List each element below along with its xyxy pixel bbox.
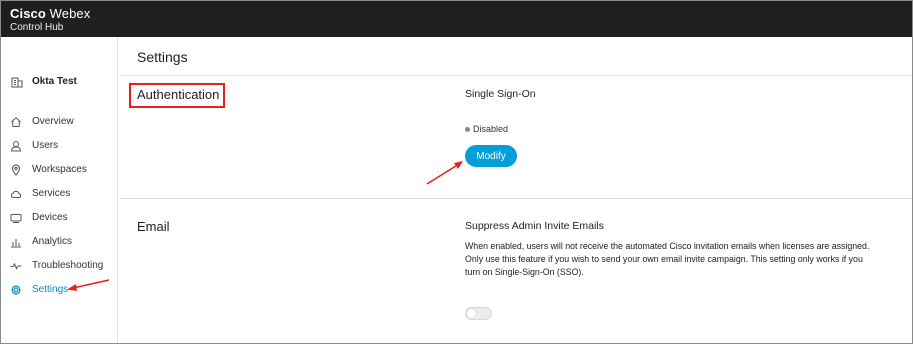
sidebar-item-label: Workspaces xyxy=(32,163,87,175)
sso-field-title: Single Sign-On xyxy=(465,88,536,100)
sidebar-item-label: Analytics xyxy=(32,235,73,247)
device-icon xyxy=(10,211,22,223)
annotation-arrow-settings xyxy=(67,279,110,291)
sidebar-item-users[interactable]: Users xyxy=(10,137,58,153)
suppress-invite-description: When enabled, users will not receive the… xyxy=(465,241,870,277)
app-window: Cisco Webex Control Hub Okta Test Overvi… xyxy=(0,0,913,344)
org-name: Okta Test xyxy=(32,75,77,87)
brand-name-light: Webex xyxy=(49,6,91,21)
building-icon xyxy=(11,75,23,88)
gear-icon xyxy=(10,283,22,295)
sidebar-item-label: Overview xyxy=(32,115,74,127)
org-switcher[interactable]: Okta Test xyxy=(11,75,77,88)
top-bar: Cisco Webex Control Hub xyxy=(1,1,912,37)
sidebar-item-services[interactable]: Services xyxy=(10,185,70,201)
sidebar-item-overview[interactable]: Overview xyxy=(10,113,74,129)
sidebar: Okta Test Overview Users Workspaces Serv xyxy=(1,37,118,343)
brand-logo: Cisco Webex Control Hub xyxy=(10,7,90,33)
location-pin-icon xyxy=(10,163,22,176)
sidebar-item-troubleshooting[interactable]: Troubleshooting xyxy=(10,257,103,273)
sidebar-item-settings[interactable]: Settings xyxy=(10,281,68,297)
page-title: Settings xyxy=(137,49,188,65)
sidebar-item-label: Users xyxy=(32,139,59,151)
annotation-arrow-modify xyxy=(426,161,463,185)
modify-button[interactable]: Modify xyxy=(465,145,517,167)
home-icon xyxy=(10,115,22,127)
main-content: Settings Authentication Single Sign-On D… xyxy=(119,37,912,343)
sidebar-item-workspaces[interactable]: Workspaces xyxy=(10,161,87,177)
bar-chart-icon xyxy=(10,235,22,248)
sso-status: Disabled xyxy=(465,124,508,134)
brand-name-bold: Cisco xyxy=(10,6,46,21)
email-section-title: Email xyxy=(137,219,170,234)
toggle-knob xyxy=(467,309,476,318)
sidebar-item-analytics[interactable]: Analytics xyxy=(10,233,72,249)
user-icon xyxy=(10,139,22,152)
sso-status-text: Disabled xyxy=(473,124,509,134)
sidebar-item-label: Services xyxy=(32,187,71,199)
suppress-invite-toggle[interactable] xyxy=(465,307,492,320)
product-name: Control Hub xyxy=(10,22,64,33)
sidebar-item-label: Devices xyxy=(32,211,68,223)
cloud-icon xyxy=(10,187,22,199)
suppress-invite-field-title: Suppress Admin Invite Emails xyxy=(465,220,604,232)
sidebar-item-devices[interactable]: Devices xyxy=(10,209,68,225)
status-dot-icon xyxy=(465,126,470,132)
sidebar-item-label: Troubleshooting xyxy=(32,259,104,271)
annotation-highlight-box xyxy=(129,83,225,108)
pulse-icon xyxy=(10,259,22,271)
